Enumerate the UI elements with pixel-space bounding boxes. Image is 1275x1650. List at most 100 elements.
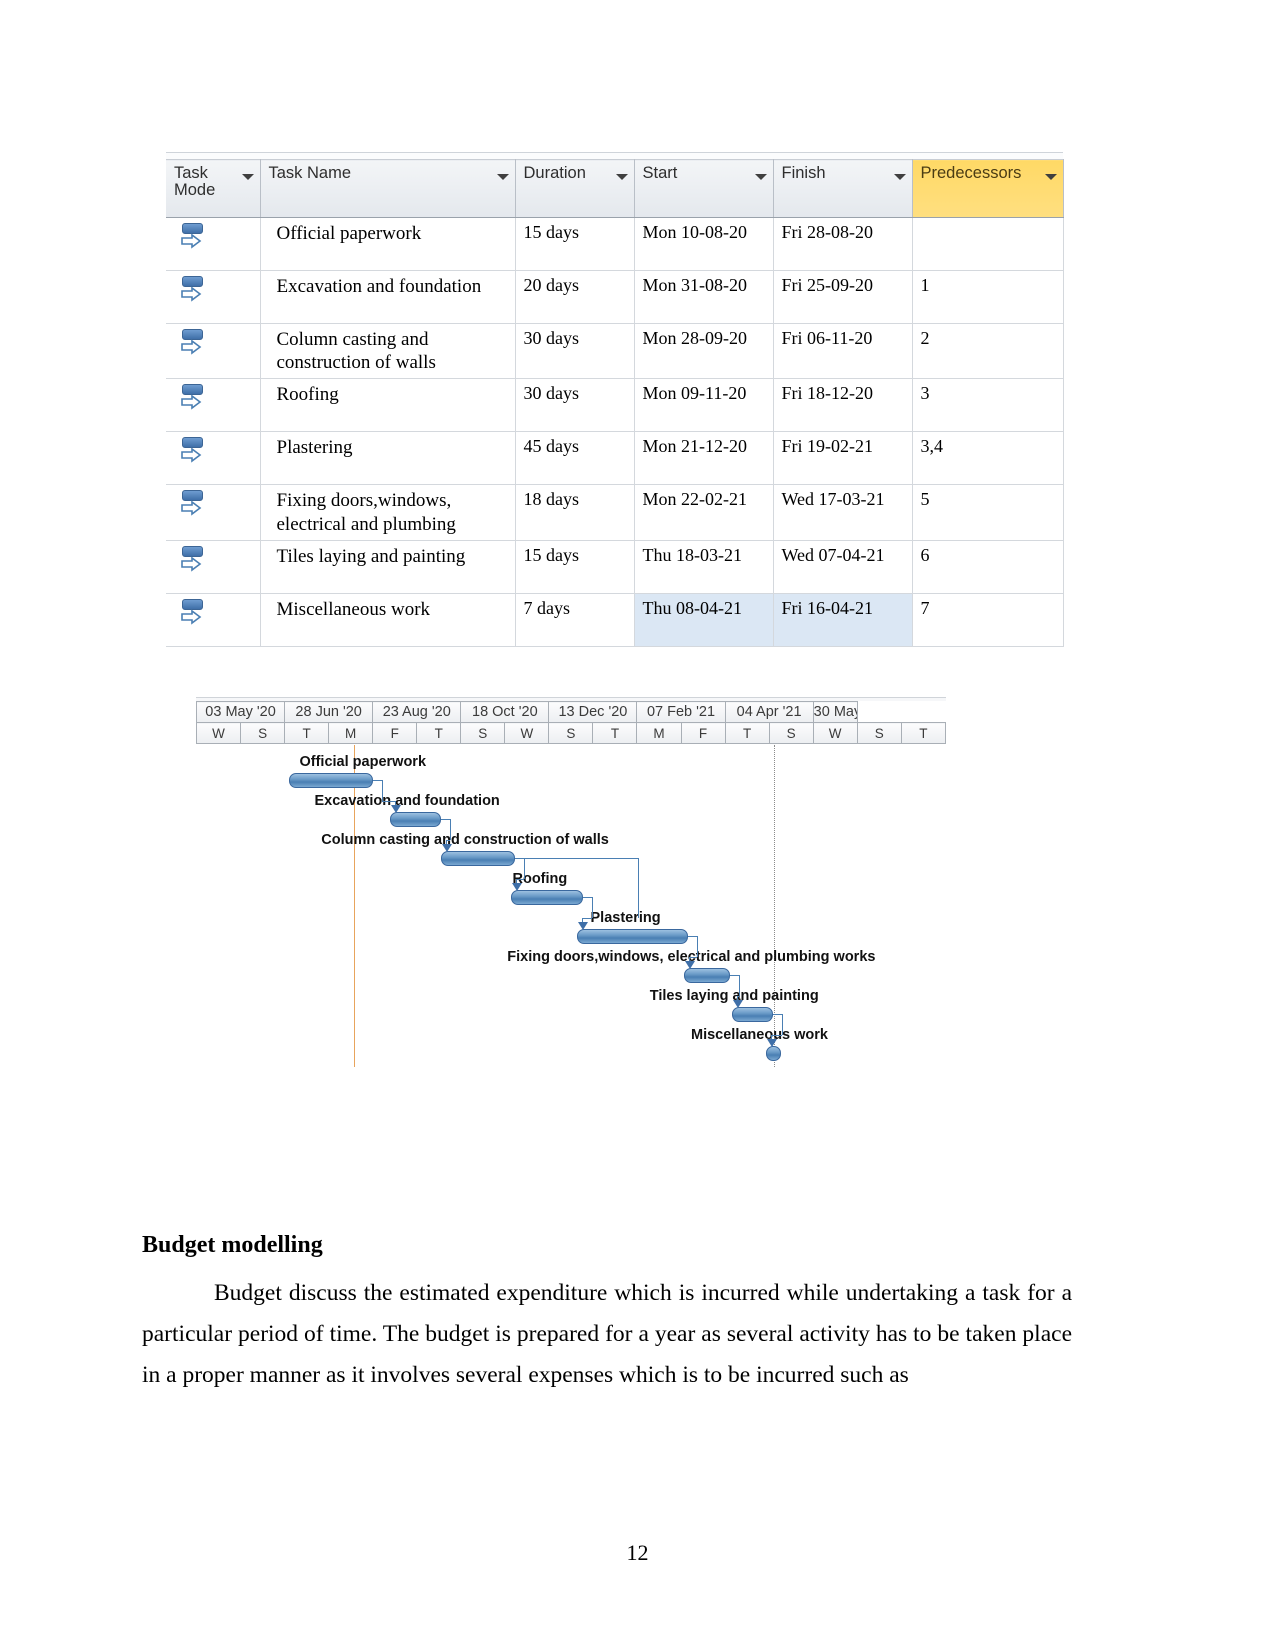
duration-cell[interactable]: 30 days [515, 378, 635, 433]
filter-dropdown-icon[interactable] [496, 174, 509, 180]
gantt-bar[interactable] [683, 968, 730, 983]
start-cell[interactable]: Thu 18-03-21 [634, 540, 774, 594]
task-name-cell[interactable]: Miscellaneous work [260, 593, 516, 647]
start-cell[interactable]: Mon 28-09-20 [634, 323, 774, 380]
duration-cell[interactable]: 30 days [515, 323, 635, 380]
table-row[interactable]: Roofing 30 days Mon 09-11-20 Fri 18-12-20 3 [166, 378, 1064, 433]
task-name-cell[interactable]: Tiles laying and painting [260, 540, 516, 594]
dependency-link [739, 975, 740, 996]
finish-cell[interactable]: Fri 28-08-20 [773, 217, 913, 271]
gantt-bar[interactable] [732, 1007, 773, 1022]
duration-cell[interactable]: 7 days [515, 593, 635, 647]
task-mode-cell[interactable] [166, 593, 261, 647]
duration-cell[interactable]: 45 days [515, 431, 635, 486]
filter-dropdown-icon[interactable] [241, 174, 254, 180]
dependency-link [523, 858, 638, 859]
table-row[interactable]: Column casting and construction of walls… [166, 323, 1064, 380]
predecessors-cell[interactable]: 3,4 [912, 431, 1064, 486]
task-mode-cell[interactable] [166, 378, 261, 433]
finish-cell[interactable]: Wed 07-04-21 [773, 540, 913, 594]
dependency-arrow-icon [512, 883, 522, 891]
finish-cell[interactable]: Fri 18-12-20 [773, 378, 913, 433]
table-row[interactable]: Plastering 45 days Mon 21-12-20 Fri 19-02-2… [166, 431, 1064, 486]
column-header-task-mode[interactable]: Task Mode [166, 159, 261, 218]
predecessors-cell[interactable] [912, 217, 1064, 271]
status-line [774, 745, 775, 1067]
filter-dropdown-icon[interactable] [754, 174, 767, 180]
start-cell[interactable]: Mon 22-02-21 [634, 484, 774, 541]
ms-project-task-table: Task Mode Task Name Duration Start Finis… [166, 152, 1064, 647]
table-row[interactable]: Miscellaneous work 7 days Thu 08-04-21 Fri … [166, 593, 1064, 647]
timescale-minor-cell: M [328, 722, 374, 744]
timescale-major-row: 03 May '20 28 Jun '20 23 Aug '20 18 Oct '20… [195, 701, 946, 723]
finish-cell[interactable]: Wed 17-03-21 [773, 484, 913, 541]
filter-dropdown-icon[interactable] [1044, 174, 1057, 180]
start-cell[interactable]: Thu 08-04-21 [634, 593, 774, 647]
task-name-cell[interactable]: Plastering [260, 431, 516, 486]
finish-cell[interactable]: Fri 06-11-20 [773, 323, 913, 380]
table-row[interactable]: Excavation and foundation 20 days Mon 31-0… [166, 270, 1064, 324]
dependency-link [523, 858, 525, 879]
task-name-cell[interactable]: Excavation and foundation [260, 270, 516, 324]
column-header-duration[interactable]: Duration [515, 159, 635, 218]
predecessors-cell[interactable]: 1 [912, 270, 1064, 324]
task-name-cell[interactable]: Official paperwork [260, 217, 516, 271]
table-row[interactable]: Tiles laying and painting 15 days Thu 18-0… [166, 540, 1064, 594]
predecessors-cell[interactable]: 3 [912, 378, 1064, 433]
task-name-cell[interactable]: Roofing [260, 378, 516, 433]
start-cell[interactable]: Mon 31-08-20 [634, 270, 774, 324]
dependency-link [638, 858, 639, 918]
task-name-cell[interactable]: Fixing doors,windows, electrical and plu… [260, 484, 516, 541]
dependency-link [373, 780, 382, 781]
column-header-predecessors[interactable]: Predecessors [912, 159, 1064, 218]
gantt-bar[interactable] [389, 812, 441, 827]
gantt-bar[interactable] [511, 890, 583, 905]
start-cell[interactable]: Mon 09-11-20 [634, 378, 774, 433]
predecessors-cell[interactable]: 2 [912, 323, 1064, 380]
task-mode-cell[interactable] [166, 540, 261, 594]
dependency-link [382, 780, 383, 801]
column-header-start[interactable]: Start [634, 159, 774, 218]
timescale-major-cell: 13 Dec '20 [548, 701, 638, 723]
dependency-link [516, 879, 524, 880]
gantt-bar[interactable] [577, 929, 688, 944]
timescale-minor-cell: T [284, 722, 330, 744]
timescale-minor-row: WSTMFTSWSTMFTSWST [195, 722, 947, 744]
task-mode-cell[interactable] [166, 270, 261, 324]
task-mode-cell[interactable] [166, 431, 261, 486]
predecessors-cell[interactable]: 5 [912, 484, 1064, 541]
column-header-predecessors-label: Predecessors [920, 164, 1022, 182]
gantt-bar[interactable] [441, 851, 515, 866]
column-header-finish[interactable]: Finish [773, 159, 913, 218]
finish-cell[interactable]: Fri 16-04-21 [773, 593, 913, 647]
start-cell[interactable]: Mon 21-12-20 [634, 431, 774, 486]
gantt-bar[interactable] [766, 1046, 781, 1061]
gantt-bar-label: Miscellaneous work [691, 1027, 828, 1043]
filter-dropdown-icon[interactable] [893, 174, 906, 180]
task-mode-cell[interactable] [166, 217, 261, 271]
duration-cell[interactable]: 15 days [515, 540, 635, 594]
filter-dropdown-icon[interactable] [615, 174, 628, 180]
task-name-cell[interactable]: Column casting and construction of walls [260, 323, 516, 380]
task-mode-cell[interactable] [166, 323, 261, 380]
column-header-task-name[interactable]: Task Name [260, 159, 516, 218]
gantt-timescale: 03 May '20 28 Jun '20 23 Aug '20 18 Oct '20… [195, 701, 947, 744]
finish-cell[interactable]: Fri 25-09-20 [773, 270, 913, 324]
timescale-major-cell: 28 Jun '20 [284, 701, 374, 723]
table-row[interactable]: Official paperwork 15 days Mon 10-08-20 Fri… [166, 217, 1064, 271]
predecessors-cell[interactable]: 6 [912, 540, 1064, 594]
dependency-arrow-icon [684, 961, 695, 969]
task-mode-cell[interactable] [166, 484, 261, 541]
duration-cell[interactable]: 18 days [515, 484, 635, 541]
finish-cell[interactable]: Fri 19-02-21 [773, 431, 913, 486]
duration-cell[interactable]: 15 days [515, 217, 635, 271]
table-top-rule [166, 152, 1063, 159]
duration-cell[interactable]: 20 days [515, 270, 635, 324]
start-cell[interactable]: Mon 10-08-20 [634, 217, 774, 271]
dependency-link [772, 1014, 782, 1015]
column-header-duration-label: Duration [523, 164, 586, 182]
predecessors-cell[interactable]: 7 [912, 593, 1064, 647]
timescale-minor-cell: T [592, 722, 638, 744]
gantt-bar[interactable] [289, 773, 373, 788]
table-row[interactable]: Fixing doors,windows, electrical and plu… [166, 484, 1064, 541]
